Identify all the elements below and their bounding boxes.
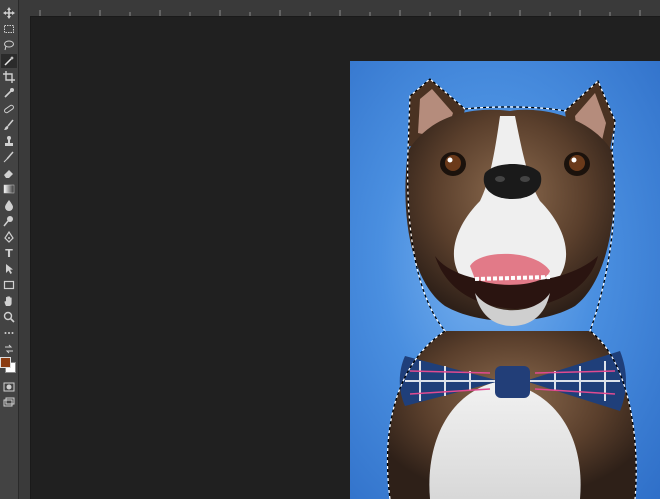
ruler-ticks [39, 10, 641, 16]
horizontal-ruler[interactable] [0, 0, 660, 17]
eraser-tool-icon[interactable] [1, 166, 17, 180]
screen-mode-icon[interactable] [1, 396, 17, 410]
magic-wand-tool-icon[interactable] [1, 54, 17, 68]
tools-panel: T [0, 0, 19, 499]
foreground-color-swatch[interactable] [0, 357, 11, 368]
spot-healing-tool-icon[interactable] [1, 102, 17, 116]
marquee-tool-icon[interactable] [1, 22, 17, 36]
blur-tool-icon[interactable] [1, 198, 17, 212]
hand-tool-icon[interactable] [1, 294, 17, 308]
dodge-tool-icon[interactable] [1, 214, 17, 228]
gradient-tool-icon[interactable] [1, 182, 17, 196]
eyedropper-tool-icon[interactable] [1, 86, 17, 100]
vertical-ruler[interactable] [18, 16, 31, 499]
type-tool-icon[interactable]: T [1, 246, 17, 260]
document-canvas[interactable] [350, 61, 660, 499]
clone-stamp-tool-icon[interactable] [1, 134, 17, 148]
move-tool-icon[interactable] [1, 6, 17, 20]
history-brush-tool-icon[interactable] [1, 150, 17, 164]
quick-mask-icon[interactable] [1, 380, 17, 394]
swap-colors-icon[interactable] [1, 342, 17, 356]
crop-tool-icon[interactable] [1, 70, 17, 84]
rectangle-tool-icon[interactable] [1, 278, 17, 292]
dog-photo [386, 78, 637, 499]
pen-tool-icon[interactable] [1, 230, 17, 244]
brush-tool-icon[interactable] [1, 118, 17, 132]
lasso-tool-icon[interactable] [1, 38, 17, 52]
more-tools-icon[interactable] [1, 326, 17, 340]
zoom-tool-icon[interactable] [1, 310, 17, 324]
path-selection-tool-icon[interactable] [1, 262, 17, 276]
